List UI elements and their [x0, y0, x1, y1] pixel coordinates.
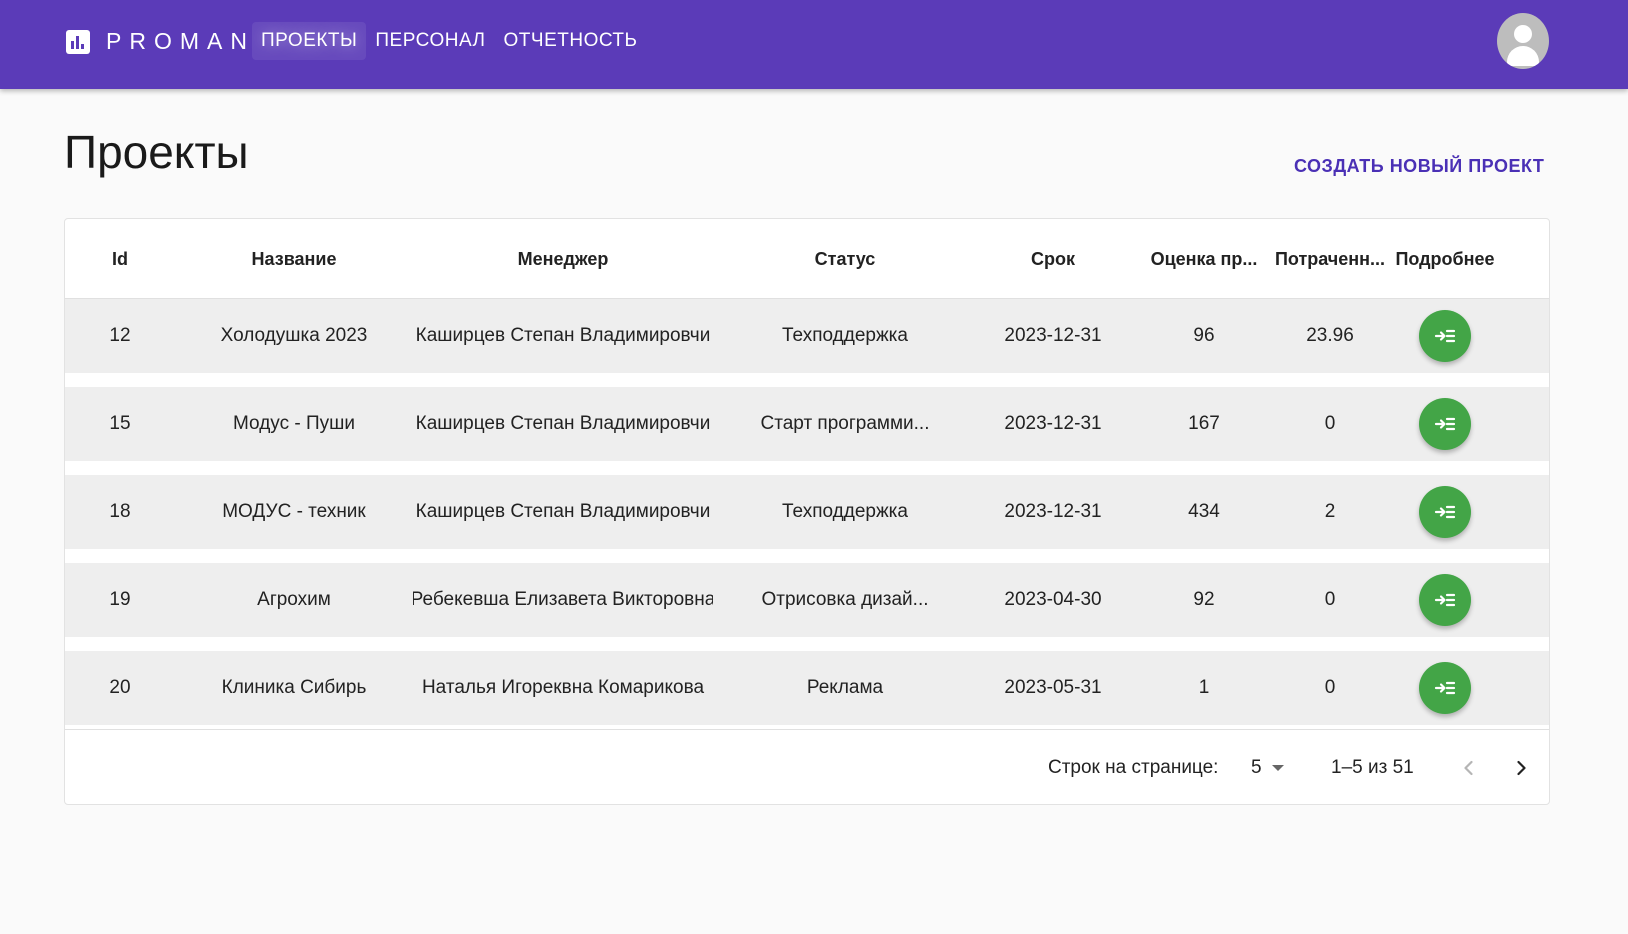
cell-details	[1393, 387, 1497, 461]
cell-status: Техподдержка	[755, 475, 935, 549]
logo[interactable]: PROMAN	[66, 28, 255, 55]
cell-deadline: 2023-05-31	[1004, 677, 1102, 698]
cell-name: Модус - Пуши	[233, 413, 355, 434]
cell-manager: Каширцев Степан Владимировчи	[415, 325, 711, 346]
page-title: Проекты	[64, 126, 249, 178]
rows-per-page-select[interactable]: 5	[1251, 750, 1293, 786]
open-project-button[interactable]	[1419, 574, 1471, 626]
cell-estimate: 1	[1198, 677, 1210, 698]
column-header-status[interactable]: Статус	[755, 219, 935, 299]
column-header-estimate[interactable]: Оценка пр...	[1143, 219, 1265, 299]
cell-id: 15	[109, 413, 131, 434]
table-pagination: Строк на странице: 5 1–5 из 51	[65, 729, 1549, 805]
column-header-manager[interactable]: Менеджер	[413, 219, 713, 299]
cell-id: 20	[109, 677, 131, 698]
cell-details	[1393, 651, 1497, 725]
enter-list-icon	[1434, 505, 1456, 519]
create-project-button[interactable]: СОЗДАТЬ НОВЫЙ ПРОЕКТ	[1286, 148, 1552, 184]
cell-deadline: 2023-12-31	[1004, 325, 1102, 346]
cell-estimate: 92	[1193, 589, 1215, 610]
cell-status-text: Отрисовка дизай...	[761, 589, 929, 610]
cell-deadline: 2023-12-31	[1004, 413, 1102, 434]
column-header-id[interactable]: Id	[65, 219, 175, 299]
cell-id: 19	[109, 589, 131, 610]
rows-per-page-value: 5	[1251, 757, 1262, 778]
column-header-name[interactable]: Название	[175, 219, 413, 299]
cell-manager: Каширцев Степан Владимировчи	[415, 413, 711, 434]
cell-status-text: Старт программи...	[760, 413, 930, 434]
cell-details	[1393, 299, 1497, 373]
cell-name: Агрохим	[257, 589, 331, 610]
cell-status: Реклама	[755, 651, 935, 725]
cell-details	[1393, 563, 1497, 637]
nav-reports[interactable]: ОТЧЕТНОСТЬ	[495, 22, 647, 60]
cell-deadline: 2023-04-30	[1004, 589, 1102, 610]
user-avatar-icon[interactable]	[1497, 13, 1549, 69]
table-row[interactable]: 18 МОДУС - техник Каширцев Степан Владим…	[65, 475, 1549, 549]
open-project-button[interactable]	[1419, 486, 1471, 538]
table-row[interactable]: 19 Агрохим Ребекевша Елизавета Викторовн…	[65, 563, 1549, 637]
app-bar: PROMAN ПРОЕКТЫ ПЕРСОНАЛ ОТЧЕТНОСТЬ	[0, 0, 1628, 89]
cell-estimate: 167	[1188, 413, 1220, 434]
cell-id: 12	[109, 325, 131, 346]
cell-deadline: 2023-12-31	[1004, 501, 1102, 522]
cell-status-text: Техподдержка	[782, 501, 908, 522]
cell-spent: 2	[1324, 501, 1336, 522]
column-header-spent[interactable]: Потраченн...	[1265, 219, 1395, 299]
cell-estimate: 434	[1188, 501, 1220, 522]
table-row[interactable]: 15 Модус - Пуши Каширцев Степан Владимир…	[65, 387, 1549, 461]
table-row[interactable]: 12 Холодушка 2023 Каширцев Степан Владим…	[65, 299, 1549, 373]
enter-list-icon	[1434, 417, 1456, 431]
cell-status-text: Реклама	[806, 677, 884, 698]
previous-page-button[interactable]	[1449, 748, 1489, 788]
cell-spent: 0	[1324, 677, 1336, 698]
cell-estimate: 96	[1193, 325, 1215, 346]
open-project-button[interactable]	[1419, 310, 1471, 362]
rows-per-page-label: Строк на странице:	[1048, 757, 1219, 778]
cell-spent: 23.96	[1306, 325, 1354, 346]
enter-list-icon	[1434, 681, 1456, 695]
projects-table: Id Название Менеджер Статус Срок Оценка …	[64, 218, 1550, 805]
cell-status: Старт программи...	[755, 387, 935, 461]
caret-down-icon	[1271, 765, 1284, 771]
cell-manager: Ребекевша Елизавета Викторовна	[413, 589, 713, 610]
pagination-range: 1–5 из 51	[1331, 757, 1414, 778]
chevron-left-icon	[1464, 760, 1473, 776]
main-nav: ПРОЕКТЫ ПЕРСОНАЛ ОТЧЕТНОСТЬ	[252, 20, 647, 62]
cell-manager: Наталья Игореквна Комарикова	[421, 677, 705, 698]
nav-projects[interactable]: ПРОЕКТЫ	[252, 22, 367, 60]
open-project-button[interactable]	[1419, 398, 1471, 450]
cell-status-text: Техподдержка	[782, 325, 908, 346]
cell-manager: Каширцев Степан Владимировчи	[415, 501, 711, 522]
cell-name: МОДУС - техник	[222, 501, 366, 522]
column-header-details: Подробнее	[1395, 248, 1495, 269]
cell-name: Холодушка 2023	[220, 325, 368, 346]
cell-spent: 0	[1324, 413, 1336, 434]
enter-list-icon	[1434, 329, 1456, 343]
cell-id: 18	[109, 501, 131, 522]
bar-chart-icon	[66, 29, 90, 54]
chevron-right-icon	[1517, 760, 1526, 776]
enter-list-icon	[1434, 593, 1456, 607]
cell-status: Техподдержка	[755, 299, 935, 373]
column-header-deadline[interactable]: Срок	[963, 219, 1143, 299]
cell-status: Отрисовка дизай...	[755, 563, 935, 637]
open-project-button[interactable]	[1419, 662, 1471, 714]
cell-details	[1393, 475, 1497, 549]
cell-spent: 0	[1324, 589, 1336, 610]
logo-text: PROMAN	[106, 28, 255, 54]
table-header: Id Название Менеджер Статус Срок Оценка …	[65, 219, 1549, 299]
next-page-button[interactable]	[1501, 748, 1541, 788]
nav-staff[interactable]: ПЕРСОНАЛ	[366, 22, 494, 60]
table-row[interactable]: 20 Клиника Сибирь Наталья Игореквна Кома…	[65, 651, 1549, 725]
cell-name: Клиника Сибирь	[221, 677, 367, 698]
